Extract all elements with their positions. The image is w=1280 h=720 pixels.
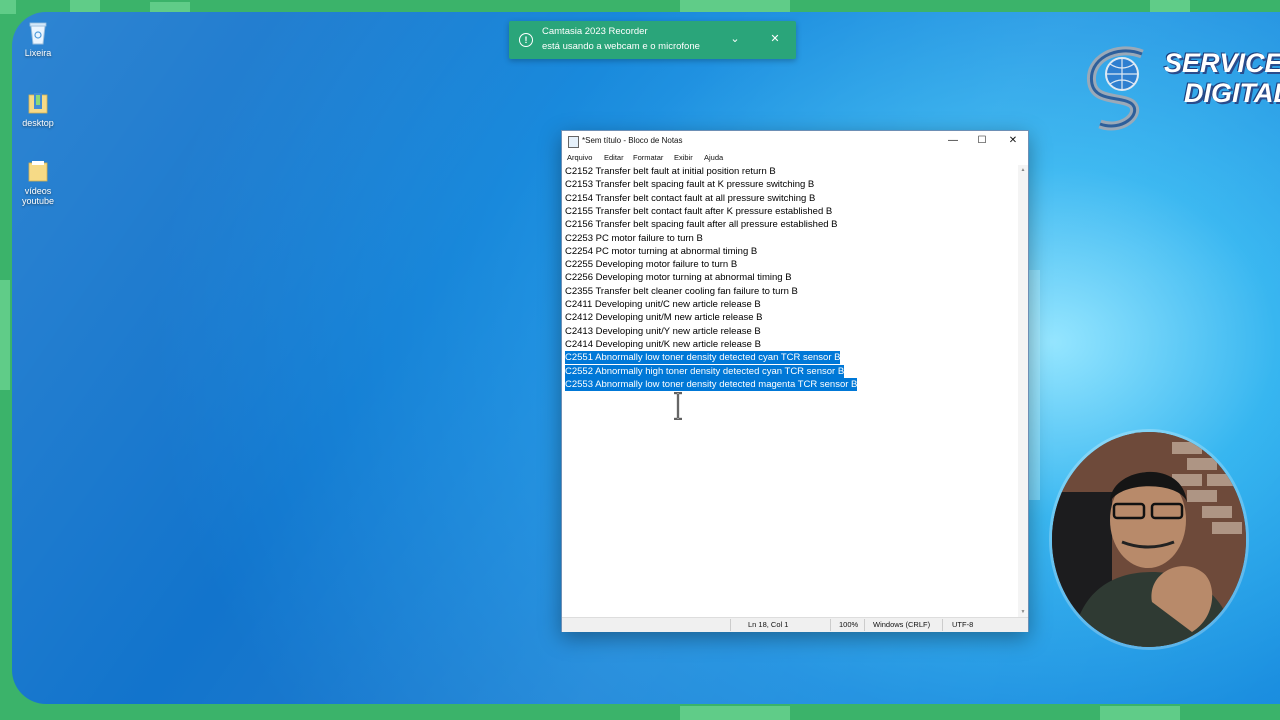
text-line: C2156 Transfer belt spacing fault after …: [565, 219, 838, 231]
desktop-icon-recycle-bin[interactable]: Lixeira: [12, 20, 68, 58]
status-separator: [864, 619, 865, 631]
text-line-selected: C2551 Abnormally low toner density detec…: [565, 351, 841, 365]
background-tile: [0, 280, 10, 390]
camtasia-notification: ! Camtasia 2023 Recorder está usando a w…: [509, 21, 796, 59]
scroll-down-arrow-icon[interactable]: ▼: [1018, 607, 1028, 617]
close-button[interactable]: ✕: [998, 131, 1028, 151]
i-beam-cursor-icon: [674, 392, 682, 420]
text-line: C2253 PC motor failure to turn B: [565, 232, 703, 244]
menu-arquivo[interactable]: Arquivo: [567, 153, 592, 162]
desktop-icon-label: Lixeira: [24, 48, 52, 58]
window-title: *Sem título - Bloco de Notas: [582, 136, 683, 145]
minimize-button[interactable]: —: [938, 131, 968, 151]
desktop-icon-videos-youtube[interactable]: vídeos youtube: [12, 158, 68, 206]
menu-ajuda[interactable]: Ajuda: [704, 153, 723, 162]
text-line: C2254 PC motor turning at abnormal timin…: [565, 245, 758, 257]
webcam-person-image: [1052, 432, 1246, 647]
text-line: C2153 Transfer belt spacing fault at K p…: [565, 179, 815, 191]
folder-icon: [28, 161, 48, 182]
title-bar[interactable]: *Sem título - Bloco de Notas — ☐ ✕: [562, 131, 1028, 151]
background-tile: [70, 0, 100, 12]
notepad-window: *Sem título - Bloco de Notas — ☐ ✕ Arqui…: [561, 130, 1029, 632]
text-line: C2414 Developing unit/K new article rele…: [565, 338, 761, 350]
notepad-app-icon: [568, 136, 579, 148]
scroll-up-arrow-icon[interactable]: ▲: [1018, 165, 1028, 175]
background-tile: [680, 706, 790, 720]
text-line: C2256 Developing motor turning at abnorm…: [565, 272, 792, 284]
status-zoom: 100%: [839, 620, 859, 629]
logo-text-line-1: SERVICE: [1164, 48, 1280, 78]
maximize-button[interactable]: ☐: [967, 131, 997, 151]
text-line: C2412 Developing unit/M new article rele…: [565, 312, 763, 324]
background-tile: [1150, 0, 1190, 12]
menu-formatar[interactable]: Formatar: [633, 153, 663, 162]
text-line: C2155 Transfer belt contact fault after …: [565, 205, 833, 217]
desktop-icon-desktop-folder[interactable]: desktop: [12, 90, 68, 128]
service-digital-logo: SERVICE DIGITAL: [1082, 44, 1280, 134]
globe-logo-icon: [1087, 46, 1144, 131]
status-line-ending: Windows (CRLF): [873, 620, 931, 629]
desktop-icon-label: youtube: [21, 196, 55, 206]
logo-text-line-2: DIGITAL: [1184, 78, 1280, 108]
background-tile: [150, 2, 190, 12]
text-line: C2152 Transfer belt fault at initial pos…: [565, 166, 776, 177]
text-line: C2355 Transfer belt cleaner cooling fan …: [565, 285, 798, 297]
close-icon[interactable]: ✕: [767, 31, 783, 47]
text-editor-area[interactable]: C2152 Transfer belt fault at initial pos…: [562, 165, 1018, 617]
text-line: C2255 Developing motor failure to turn B: [565, 259, 738, 271]
desktop-icon-label: desktop: [22, 118, 54, 128]
menu-bar: Arquivo Editar Formatar Exibir Ajuda: [562, 151, 1028, 165]
background-light-pane: [1028, 270, 1040, 500]
text-line: C2413 Developing unit/Y new article rele…: [565, 325, 761, 337]
text-line-selected: C2552 Abnormally high toner density dete…: [565, 364, 845, 378]
recycle-bin-icon: [29, 22, 47, 45]
desktop-icon-label: vídeos: [24, 186, 52, 196]
menu-editar[interactable]: Editar: [604, 153, 624, 162]
text-line-selected: C2553 Abnormally low toner density detec…: [565, 377, 858, 391]
status-separator: [830, 619, 831, 631]
folder-icon: [28, 93, 48, 114]
status-bar: Ln 18, Col 1 100% Windows (CRLF) UTF-8: [562, 617, 1028, 632]
background-tile: [1100, 706, 1180, 720]
chevron-down-icon[interactable]: ⌄: [727, 31, 743, 47]
status-encoding: UTF-8: [952, 620, 974, 629]
status-separator: [730, 619, 731, 631]
status-cursor-position: Ln 18, Col 1: [748, 620, 789, 629]
text-line: C2411 Developing unit/C new article rele…: [565, 299, 761, 310]
status-separator: [942, 619, 943, 631]
text-line: C2154 Transfer belt contact fault at all…: [565, 192, 816, 204]
notification-message: está usando a webcam e o microfone: [542, 41, 700, 52]
info-icon: !: [519, 33, 533, 47]
background-tile: [680, 0, 790, 12]
vertical-scrollbar[interactable]: ▲ ▼: [1018, 165, 1028, 617]
menu-exibir[interactable]: Exibir: [674, 153, 693, 162]
webcam-overlay: [1052, 432, 1246, 647]
notification-title: Camtasia 2023 Recorder: [542, 26, 648, 37]
